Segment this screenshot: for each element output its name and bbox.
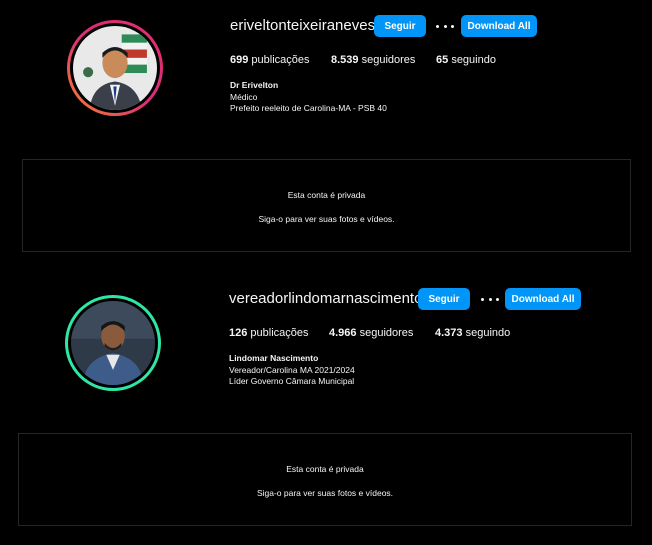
following-count[interactable]: 4.373 seguindo (435, 327, 510, 339)
private-account-notice-2: Esta conta é privada Siga-o para ver sua… (18, 433, 632, 526)
more-horizontal-icon[interactable] (481, 291, 499, 307)
download-all-button[interactable]: Download All (461, 15, 537, 37)
more-horizontal-icon[interactable] (436, 18, 454, 34)
bio-line: Médico (230, 91, 258, 102)
download-all-button[interactable]: Download All (505, 288, 581, 310)
follow-button[interactable]: Seguir (374, 15, 426, 37)
profile-photo-1 (73, 26, 157, 110)
posts-count: 699 publicações (230, 54, 310, 66)
followers-count[interactable]: 4.966 seguidores (329, 327, 413, 339)
bio: Dr Erivelton Médico Prefeito reeleito de… (230, 80, 387, 115)
following-count[interactable]: 65 seguindo (436, 54, 496, 66)
bio-name: Lindomar Nascimento (229, 353, 319, 363)
profile-header-1: eriveltonteixeiraneves Seguir Download A… (0, 0, 652, 150)
bio-name: Dr Erivelton (230, 80, 279, 90)
private-account-notice-1: Esta conta é privada Siga-o para ver sua… (22, 159, 631, 252)
username[interactable]: eriveltonteixeiraneves (230, 17, 375, 34)
bio-line: Líder Governo Câmara Municipal (229, 376, 355, 386)
username[interactable]: vereadorlindomarnascimento (229, 290, 422, 307)
bio: Lindomar Nascimento Vereador/Carolina MA… (229, 353, 355, 388)
private-title: Esta conta é privada (286, 464, 364, 474)
avatar-2[interactable] (65, 295, 161, 391)
followers-count[interactable]: 8.539 seguidores (331, 54, 415, 66)
private-title: Esta conta é privada (287, 190, 366, 200)
profile-header-2: vereadorlindomarnascimento Seguir Downlo… (0, 270, 652, 420)
posts-count: 126 publicações (229, 327, 309, 339)
profile-photo-2 (71, 301, 155, 385)
private-subtitle: Siga-o para ver suas fotos e vídeos. (258, 214, 395, 224)
bio-line: Prefeito reeleito de Carolina-MA - PSB 4… (230, 103, 387, 113)
private-subtitle: Siga-o para ver suas fotos e vídeos. (256, 488, 394, 498)
follow-button[interactable]: Seguir (418, 288, 470, 310)
bio-line: Vereador/Carolina MA 2021/2024 (229, 364, 355, 375)
avatar-1[interactable] (67, 20, 163, 116)
